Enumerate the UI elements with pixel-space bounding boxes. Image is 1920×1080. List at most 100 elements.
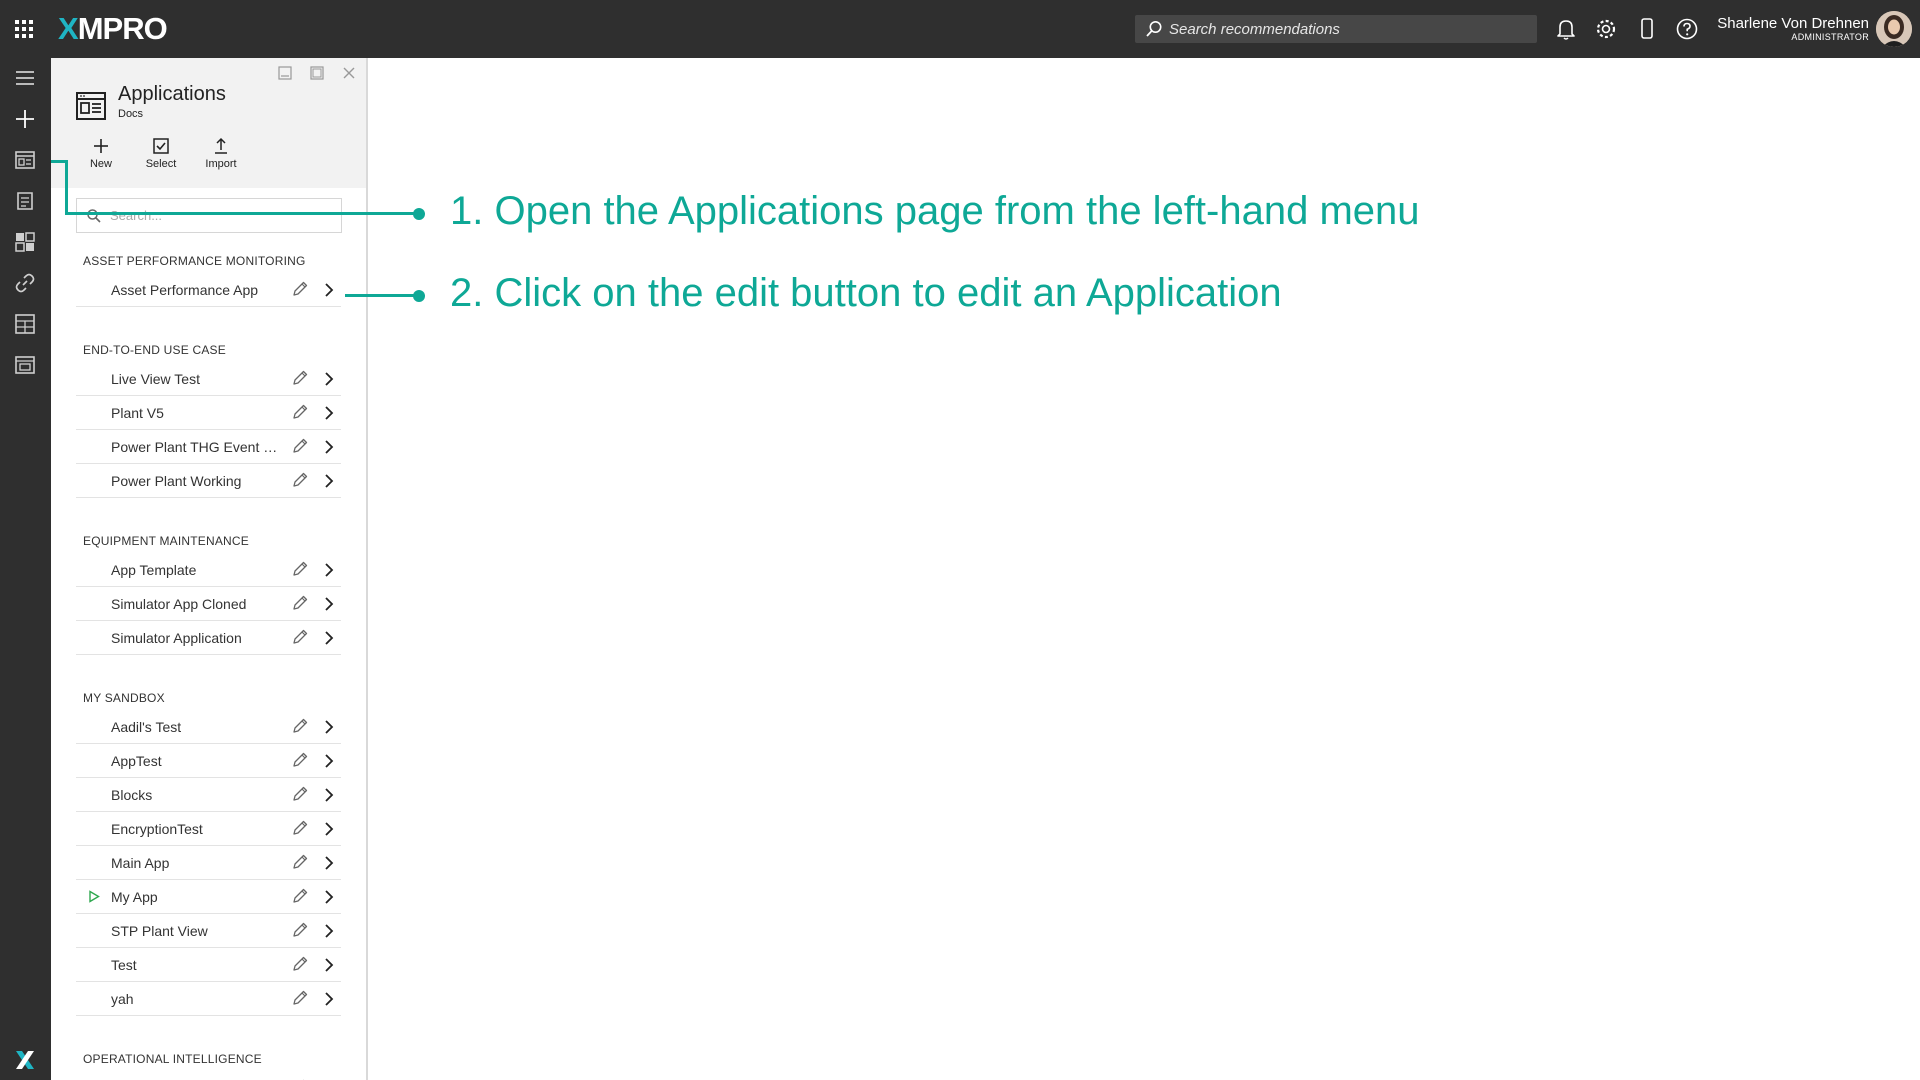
application-row[interactable]: Blocks bbox=[76, 777, 341, 812]
edit-icon[interactable] bbox=[291, 437, 309, 455]
edit-icon[interactable] bbox=[291, 955, 309, 973]
application-name: Power Plant THG Event Monitoring bbox=[111, 439, 281, 455]
application-name: My App bbox=[111, 889, 158, 905]
xmpro-x-icon[interactable] bbox=[13, 1048, 37, 1072]
minimize-icon[interactable] bbox=[276, 64, 294, 82]
edit-icon[interactable] bbox=[291, 853, 309, 871]
edit-icon[interactable] bbox=[291, 628, 309, 646]
application-row[interactable]: Live View Test bbox=[76, 361, 341, 396]
search-icon bbox=[1145, 20, 1163, 38]
application-row[interactable]: EncryptionTest bbox=[76, 811, 341, 846]
edit-icon[interactable] bbox=[291, 471, 309, 489]
applications-icon[interactable] bbox=[12, 147, 38, 173]
blocks-icon[interactable] bbox=[12, 311, 38, 337]
chevron-right-icon[interactable] bbox=[323, 719, 335, 735]
application-row[interactable]: Test bbox=[76, 947, 341, 982]
application-row[interactable]: Power Plant THG Event Monitoring bbox=[76, 429, 341, 464]
mobile-icon[interactable] bbox=[1634, 16, 1660, 42]
edit-icon[interactable] bbox=[291, 280, 309, 298]
bell-icon[interactable] bbox=[1553, 16, 1579, 42]
application-name: EncryptionTest bbox=[111, 821, 203, 837]
applications-icon bbox=[75, 91, 107, 121]
menu-icon[interactable] bbox=[12, 65, 38, 91]
application-name: Live View Test bbox=[111, 371, 200, 387]
application-name: Blocks bbox=[111, 787, 153, 803]
application-row[interactable]: Main App bbox=[76, 845, 341, 880]
templates-icon[interactable] bbox=[12, 352, 38, 378]
edit-icon[interactable] bbox=[291, 717, 309, 735]
chevron-right-icon[interactable] bbox=[323, 439, 335, 455]
select-label: Select bbox=[145, 158, 177, 170]
edit-icon[interactable] bbox=[291, 560, 309, 578]
application-row[interactable]: AppTest bbox=[76, 743, 341, 778]
chevron-right-icon[interactable] bbox=[323, 957, 335, 973]
chevron-right-icon[interactable] bbox=[323, 855, 335, 871]
data-streams-icon[interactable] bbox=[12, 188, 38, 214]
search-input[interactable] bbox=[1169, 15, 1529, 43]
application-row[interactable]: App Template bbox=[76, 552, 341, 587]
edit-icon[interactable] bbox=[291, 887, 309, 905]
application-row[interactable]: yah bbox=[76, 981, 341, 1016]
edit-icon[interactable] bbox=[291, 921, 309, 939]
dashboard-icon[interactable] bbox=[12, 229, 38, 255]
maximize-icon[interactable] bbox=[308, 64, 326, 82]
application-name: STP Plant View bbox=[111, 923, 208, 939]
application-row[interactable]: Simulator Application bbox=[76, 620, 341, 655]
application-row[interactable]: Operational Intelligence bbox=[76, 1070, 341, 1080]
application-search bbox=[76, 198, 342, 233]
chevron-right-icon[interactable] bbox=[323, 787, 335, 803]
new-button[interactable]: New bbox=[71, 136, 131, 170]
application-name: yah bbox=[111, 991, 134, 1007]
xmpro-logo[interactable]: XMPRO bbox=[58, 10, 168, 48]
chevron-right-icon[interactable] bbox=[323, 473, 335, 489]
edit-icon[interactable] bbox=[291, 594, 309, 612]
section-label: END-TO-END USE CASE bbox=[83, 343, 226, 357]
edit-icon[interactable] bbox=[291, 785, 309, 803]
edit-icon[interactable] bbox=[291, 819, 309, 837]
application-search-input[interactable] bbox=[110, 199, 335, 232]
chevron-right-icon[interactable] bbox=[323, 371, 335, 387]
application-name: Main App bbox=[111, 855, 170, 871]
chevron-right-icon[interactable] bbox=[323, 630, 335, 646]
application-row[interactable]: My App bbox=[76, 879, 341, 914]
user-name[interactable]: Sharlene Von Drehnen bbox=[1717, 15, 1869, 32]
edit-icon[interactable] bbox=[291, 403, 309, 421]
annotation-2-text: 2. Click on the edit button to edit an A… bbox=[450, 271, 1282, 315]
chevron-right-icon[interactable] bbox=[323, 596, 335, 612]
chevron-right-icon[interactable] bbox=[323, 405, 335, 421]
new-label: New bbox=[89, 158, 112, 170]
edit-icon[interactable] bbox=[291, 369, 309, 387]
annotation-1-connector bbox=[65, 160, 68, 215]
chevron-right-icon[interactable] bbox=[323, 282, 335, 298]
help-icon[interactable] bbox=[1674, 16, 1700, 42]
chevron-right-icon[interactable] bbox=[323, 562, 335, 578]
application-name: Plant V5 bbox=[111, 405, 164, 421]
chevron-right-icon[interactable] bbox=[323, 821, 335, 837]
application-row[interactable]: Plant V5 bbox=[76, 395, 341, 430]
application-name: App Template bbox=[111, 562, 197, 578]
add-icon[interactable] bbox=[12, 106, 38, 132]
chevron-right-icon[interactable] bbox=[323, 923, 335, 939]
annotation-1-text: 1. Open the Applications page from the l… bbox=[450, 189, 1420, 233]
close-icon[interactable] bbox=[340, 64, 358, 82]
app-grid-icon[interactable] bbox=[12, 17, 36, 41]
application-row[interactable]: STP Plant View bbox=[76, 913, 341, 948]
application-name: Power Plant Working bbox=[111, 473, 242, 489]
panel-header: Applications Docs New Select Import bbox=[51, 58, 366, 188]
application-name: Test bbox=[111, 957, 137, 973]
application-row[interactable]: Aadil's Test bbox=[76, 709, 341, 744]
gear-icon[interactable] bbox=[1593, 16, 1619, 42]
import-button[interactable]: Import bbox=[191, 136, 251, 170]
select-button[interactable]: Select bbox=[131, 136, 191, 170]
application-row[interactable]: Power Plant Working bbox=[76, 463, 341, 498]
application-row[interactable]: Simulator App Cloned bbox=[76, 586, 341, 621]
edit-icon[interactable] bbox=[291, 989, 309, 1007]
chevron-right-icon[interactable] bbox=[323, 991, 335, 1007]
chevron-right-icon[interactable] bbox=[323, 889, 335, 905]
avatar[interactable] bbox=[1876, 11, 1912, 47]
annotation-1-connector bbox=[65, 212, 418, 215]
link-icon[interactable] bbox=[12, 270, 38, 296]
chevron-right-icon[interactable] bbox=[323, 753, 335, 769]
edit-icon[interactable] bbox=[291, 751, 309, 769]
application-row[interactable]: Asset Performance App bbox=[76, 272, 341, 307]
